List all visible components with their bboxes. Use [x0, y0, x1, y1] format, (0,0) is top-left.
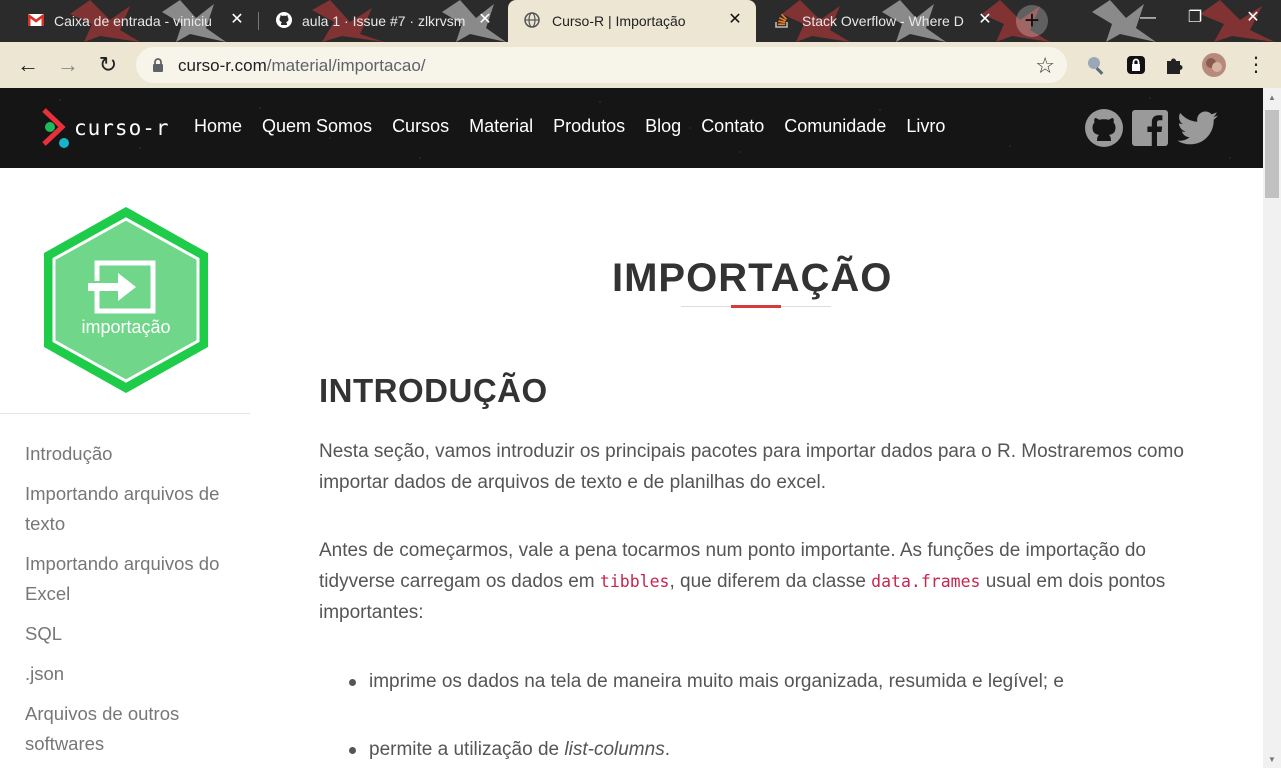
new-tab-button[interactable]: + — [1016, 5, 1048, 37]
importacao-hex-logo: importação — [44, 207, 208, 393]
paragraph-intro: Nesta seção, vamos introduzir os princip… — [319, 441, 1184, 493]
toc-item-arquivos-excel[interactable]: Importando arquivos do Excel — [25, 549, 235, 609]
reload-button[interactable]: ↻ — [94, 51, 122, 79]
scroll-up-icon[interactable]: ▲ — [1268, 93, 1276, 102]
inline-code: data.frames — [871, 572, 981, 591]
tab-title: Stack Overflow - Where D — [802, 13, 964, 29]
avatar[interactable] — [1202, 53, 1226, 77]
browser-menu-icon[interactable]: ⋮ — [1242, 51, 1270, 79]
scrollbar-thumb[interactable] — [1265, 110, 1279, 198]
tab-stackoverflow[interactable]: Stack Overflow - Where D ✕ — [756, 0, 1006, 42]
nav-quem-somos[interactable]: Quem Somos — [262, 116, 372, 137]
stackoverflow-icon — [775, 13, 788, 28]
extension-search-icon[interactable] — [1084, 53, 1108, 77]
lock-icon — [153, 58, 163, 72]
main-nav: Home Quem Somos Cursos Material Produtos… — [194, 116, 945, 137]
nav-material[interactable]: Material — [469, 116, 533, 137]
page-title: IMPORTAÇÃO — [612, 256, 893, 300]
sidebar: importação Introdução Importando arquivo… — [0, 168, 250, 768]
list-item: permite a utilização de list-columns. — [349, 734, 670, 765]
close-window-button[interactable]: ✕ — [1230, 0, 1276, 36]
url-host: curso-r.com — [178, 56, 267, 75]
nav-cursos[interactable]: Cursos — [392, 116, 449, 137]
close-tab-icon[interactable]: ✕ — [228, 11, 246, 29]
sidebar-divider — [0, 413, 250, 414]
globe-icon — [524, 12, 540, 28]
text-span: . — [664, 739, 670, 760]
toc-item-introducao[interactable]: Introdução — [25, 439, 235, 469]
bullet-list: permite a utilização de list-columns. — [349, 734, 670, 765]
logo-text[interactable]: curso-r — [74, 116, 170, 140]
nav-comunidade[interactable]: Comunidade — [784, 116, 886, 137]
toc-item-outros-softwares[interactable]: Arquivos de outros softwares — [25, 699, 235, 759]
password-manager-icon[interactable] — [1124, 53, 1148, 77]
hex-logo-label: importação — [81, 317, 170, 337]
close-tab-icon[interactable]: ✕ — [476, 11, 494, 29]
tab-curso-r[interactable]: Curso-R | Importação ✕ — [508, 0, 756, 42]
emphasis-text: list-columns — [564, 739, 665, 760]
curso-r-logo[interactable] — [40, 106, 74, 150]
bullet-list: imprime os dados na tela de maneira muit… — [349, 666, 1064, 697]
page-scrollbar[interactable]: ▲ ▼ — [1263, 88, 1281, 768]
restore-window-button[interactable]: ❐ — [1172, 0, 1218, 36]
tab-gmail[interactable]: Caixa de entrada - viniciu ✕ — [0, 0, 258, 42]
gmail-icon — [28, 14, 44, 26]
inline-code: tibbles — [599, 572, 670, 591]
section-heading: INTRODUÇÃO — [319, 372, 548, 409]
nav-contato[interactable]: Contato — [701, 116, 764, 137]
twitter-icon[interactable] — [1176, 108, 1220, 148]
tab-title: Caixa de entrada - viniciu — [54, 13, 212, 29]
minimize-window-button[interactable]: — — [1125, 0, 1171, 36]
github-icon — [276, 12, 292, 28]
title-underline-accent — [731, 305, 781, 308]
extensions-puzzle-icon[interactable] — [1163, 53, 1187, 77]
tab-title: aula 1 · Issue #7 · zlkrvsm — [302, 13, 466, 29]
toc-item-json[interactable]: .json — [25, 659, 235, 689]
bookmark-star-icon[interactable]: ☆ — [1035, 53, 1055, 79]
browser-toolbar: ← → ↻ curso-r.com/material/importacao/ ☆… — [0, 42, 1281, 88]
close-tab-icon[interactable]: ✕ — [726, 11, 744, 29]
nav-produtos[interactable]: Produtos — [553, 116, 625, 137]
table-of-contents: Introdução Importando arquivos de texto … — [25, 439, 235, 769]
url-path: /material/importacao/ — [266, 56, 426, 75]
close-tab-icon[interactable]: ✕ — [976, 11, 994, 29]
text-span: permite a utilização de — [369, 739, 565, 760]
nav-livro[interactable]: Livro — [906, 116, 945, 137]
nav-blog[interactable]: Blog — [645, 116, 681, 137]
url-text: curso-r.com/material/importacao/ — [178, 56, 426, 76]
toc-item-arquivos-de-texto[interactable]: Importando arquivos de texto — [25, 479, 235, 539]
paragraph-tibbles: Antes de começarmos, vale a pena tocarmo… — [319, 535, 1199, 628]
tab-title: Curso-R | Importação — [552, 13, 686, 29]
back-button[interactable]: ← — [14, 51, 42, 79]
text-span: , que diferem da classe — [669, 571, 872, 592]
list-item: imprime os dados na tela de maneira muit… — [349, 666, 1064, 697]
scroll-down-icon[interactable]: ▼ — [1268, 755, 1276, 764]
tab-github[interactable]: aula 1 · Issue #7 · zlkrvsm ✕ — [248, 0, 506, 42]
toc-item-sql[interactable]: SQL — [25, 619, 235, 649]
forward-button[interactable]: → — [54, 51, 82, 79]
browser-tab-strip: Caixa de entrada - viniciu ✕ aula 1 · Is… — [0, 0, 1281, 42]
github-icon[interactable] — [1084, 108, 1124, 148]
nav-home[interactable]: Home — [194, 116, 242, 137]
address-bar[interactable]: curso-r.com/material/importacao/ ☆ — [136, 47, 1067, 83]
facebook-icon[interactable] — [1131, 109, 1169, 147]
site-header: curso-r Home Quem Somos Cursos Material … — [0, 88, 1263, 168]
